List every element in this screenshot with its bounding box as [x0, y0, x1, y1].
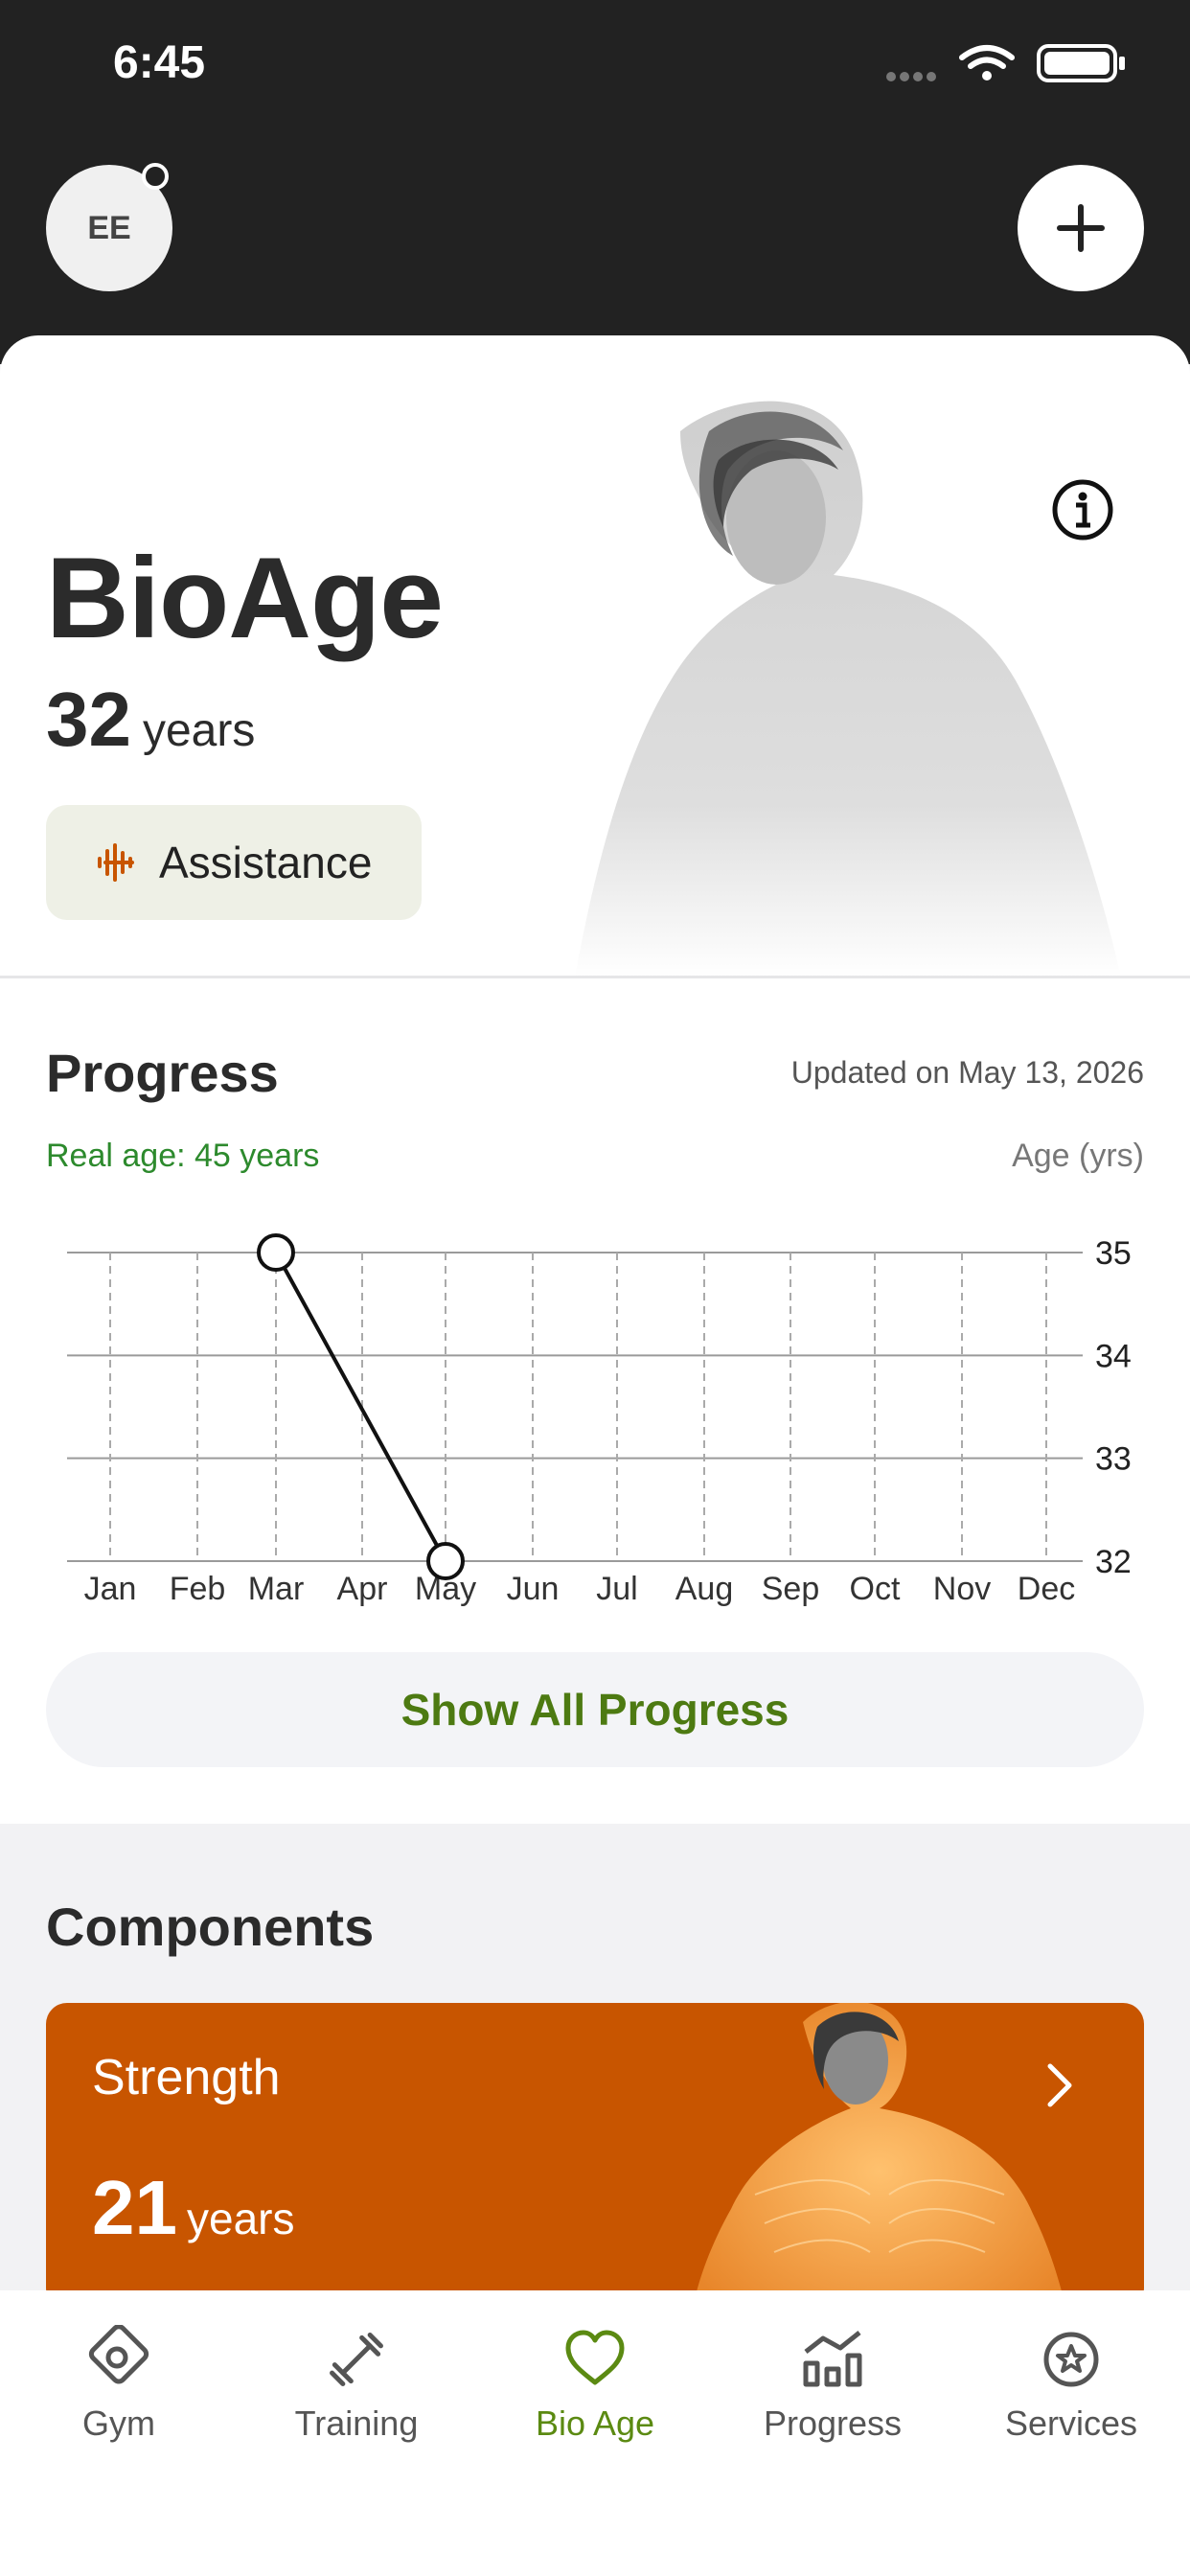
x-tick-label: Nov — [933, 1571, 991, 1607]
bio-age-value: 32 years — [46, 676, 255, 764]
bioage-hero-card: BioAge 32 years Assistance — [0, 335, 1190, 978]
y-tick-label: 35 — [1095, 1235, 1132, 1272]
bottom-tab-bar: Gym Training Bio Age Progress Services — [0, 2290, 1190, 2576]
dumbbell-icon — [330, 2333, 383, 2386]
plus-icon — [1057, 204, 1105, 252]
tab-label: Training — [294, 2404, 419, 2443]
battery-icon — [1037, 44, 1125, 82]
status-icons — [886, 44, 1125, 82]
notification-dot — [142, 163, 169, 190]
chevron-right-icon — [1047, 2063, 1072, 2107]
strength-title: Strength — [92, 2050, 281, 2105]
bio-age-number: 32 — [46, 677, 131, 762]
x-tick-label: Mar — [248, 1571, 305, 1607]
y-tick-label: 33 — [1095, 1441, 1132, 1478]
strength-age-unit: years — [186, 2194, 295, 2243]
bio-age-unit: years — [142, 705, 256, 756]
x-tick-label: Jan — [84, 1571, 137, 1607]
bioage-progress-chart: 35343332Jan Feb Mar Apr May Jun Jul Aug Sep Oct No… — [67, 1233, 1132, 1607]
show-all-progress-button[interactable]: Show All Progress — [46, 1652, 1144, 1767]
assistance-button[interactable]: Assistance — [46, 805, 422, 920]
add-button[interactable] — [1018, 165, 1144, 291]
tab-label: Gym — [82, 2404, 155, 2443]
strength-component-card[interactable]: Strength 21 years — [46, 2003, 1144, 2310]
tab-label: Progress — [763, 2404, 903, 2443]
voice-wave-icon — [98, 843, 134, 882]
x-tick-label: Feb — [170, 1571, 226, 1607]
components-title: Components — [46, 1897, 375, 1957]
heart-icon — [565, 2330, 625, 2385]
y-tick-label: 34 — [1095, 1338, 1132, 1374]
tab-bio-age[interactable]: Bio Age — [476, 2325, 714, 2450]
star-badge-icon — [1043, 2332, 1099, 2387]
data-point — [257, 1233, 295, 1272]
strength-muscle-image — [693, 2003, 1066, 2310]
x-tick-label: Jun — [507, 1571, 560, 1607]
y-tick-label: 32 — [1095, 1544, 1132, 1580]
status-time: 6:45 — [113, 37, 206, 88]
tab-label: Bio Age — [535, 2404, 655, 2443]
strength-age-number: 21 — [92, 2165, 177, 2250]
progress-title: Progress — [46, 1043, 279, 1103]
cellular-icon — [886, 72, 936, 81]
x-tick-label: Apr — [337, 1571, 388, 1607]
top-header: EE — [0, 153, 1190, 364]
data-point — [426, 1542, 465, 1580]
progress-chart-icon — [803, 2331, 862, 2387]
tab-progress[interactable]: Progress — [714, 2325, 951, 2450]
tab-services[interactable]: Services — [952, 2325, 1190, 2450]
strength-age: 21 years — [92, 2164, 294, 2252]
tab-label: Services — [1004, 2404, 1138, 2443]
info-icon[interactable] — [1050, 477, 1115, 542]
y-axis-unit-label: Age (yrs) — [1012, 1138, 1144, 1174]
x-tick-label: Aug — [675, 1571, 734, 1607]
x-tick-label: Oct — [850, 1571, 901, 1607]
x-tick-label: Dec — [1018, 1571, 1075, 1607]
updated-date: Updated on May 13, 2026 — [790, 1055, 1144, 1090]
assistance-label: Assistance — [159, 838, 373, 887]
gym-icon — [88, 2325, 149, 2384]
real-age-label: Real age: 45 years — [46, 1138, 320, 1174]
x-tick-label: Jul — [596, 1571, 637, 1607]
tab-gym[interactable]: Gym — [0, 2325, 238, 2450]
status-bar: 6:45 — [0, 0, 1190, 153]
x-tick-label: Sep — [762, 1571, 820, 1607]
wifi-icon — [959, 45, 1015, 69]
progress-card: Progress Updated on May 13, 2026 Real ag… — [0, 978, 1190, 1824]
wifi-dot — [982, 71, 992, 80]
series-line — [274, 1252, 447, 1562]
tab-training[interactable]: Training — [238, 2325, 475, 2450]
page-title: BioAge — [46, 534, 444, 662]
